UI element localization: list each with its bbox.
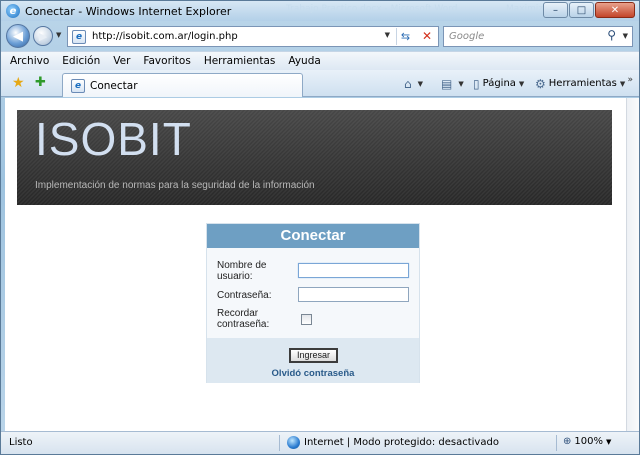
search-input[interactable]: Google ⚲ ▼ — [443, 26, 633, 47]
zoom-dropdown-icon[interactable]: ▼ — [606, 438, 611, 446]
zoom-icon: ⊕ — [563, 436, 572, 447]
address-dropdown-icon[interactable]: ▼ — [385, 31, 390, 39]
minimize-button[interactable]: – — [543, 2, 568, 18]
site-tagline: Implementación de normas para la segurid… — [35, 180, 315, 191]
menu-archivo[interactable]: Archivo — [10, 55, 49, 67]
username-field[interactable] — [298, 263, 409, 278]
url-text[interactable]: http://isobit.com.ar/login.php — [92, 31, 238, 42]
print-icon: ▤ — [441, 76, 453, 91]
window-title: Conectar - Windows Internet Explorer — [25, 4, 232, 18]
recent-pages-dropdown-icon[interactable]: ▼ — [56, 31, 61, 39]
status-text: Listo — [9, 437, 33, 448]
page-viewport: ISOBIT Implementación de normas para la … — [5, 98, 626, 431]
maximize-button[interactable]: □ — [569, 2, 594, 18]
remember-label: Recordar contraseña: — [217, 308, 270, 330]
page-menu-label: Página — [482, 78, 516, 89]
back-button[interactable]: ◀ — [6, 24, 30, 48]
home-icon: ⌂ — [404, 76, 412, 91]
search-icon[interactable]: ⚲ — [607, 28, 616, 42]
password-field[interactable] — [298, 287, 409, 302]
print-button[interactable]: ▤ ▼ — [441, 75, 464, 92]
internet-explorer-icon: e — [6, 4, 20, 18]
address-bar[interactable]: e http://isobit.com.ar/login.php ▼ ⇆ ✕ — [67, 26, 439, 47]
favorites-star-icon[interactable]: ★ — [12, 75, 25, 91]
menu-herramientas[interactable]: Herramientas — [204, 55, 276, 67]
login-form: Conectar Nombre de usuario: Contraseña: … — [206, 223, 420, 383]
close-button[interactable]: ✕ — [595, 2, 635, 18]
tab-label: Conectar — [90, 79, 138, 92]
login-footer: Ingresar Olvidó contraseña — [207, 338, 419, 383]
vertical-scrollbar[interactable] — [626, 98, 639, 431]
tab-conectar[interactable]: e Conectar — [62, 73, 303, 97]
add-favorite-icon[interactable]: ✚ — [35, 75, 46, 90]
menu-ver[interactable]: Ver — [113, 55, 130, 67]
refresh-icon[interactable]: ⇆ — [396, 28, 414, 45]
zoom-level: 100% — [574, 436, 603, 447]
password-label: Contraseña: — [217, 290, 272, 301]
menu-favoritos[interactable]: Favoritos — [143, 55, 190, 67]
tools-menu-label: Herramientas — [548, 78, 617, 89]
search-placeholder: Google — [449, 31, 485, 42]
forgot-password-link[interactable]: Olvidó contraseña — [207, 368, 419, 379]
command-row: ★ ✚ e Conectar ⌂ ▼ ▤ ▼ ▯ Página ▼ ⚙ Herrami… — [1, 70, 639, 97]
tools-menu-button[interactable]: ⚙ Herramientas ▼ — [535, 75, 625, 92]
menu-bar: Archivo Edición Ver Favoritos Herramient… — [1, 51, 639, 70]
tab-page-icon: e — [71, 78, 85, 93]
zone-text: Internet | Modo protegido: desactivado — [304, 437, 499, 448]
zoom-control[interactable]: ⊕ 100% ▼ — [563, 436, 611, 447]
username-label: Nombre de usuario: — [217, 260, 267, 282]
overflow-chevron-icon[interactable]: » — [627, 75, 633, 85]
globe-icon — [287, 436, 300, 449]
site-banner: ISOBIT Implementación de normas para la … — [17, 110, 612, 205]
search-dropdown-icon[interactable]: ▼ — [623, 32, 628, 40]
submit-button[interactable]: Ingresar — [289, 348, 338, 363]
address-row: ◀ ▶ ▼ e http://isobit.com.ar/login.php ▼… — [1, 22, 639, 50]
menu-edicion[interactable]: Edición — [62, 55, 100, 67]
remember-checkbox[interactable] — [301, 314, 312, 325]
login-heading: Conectar — [207, 224, 419, 248]
gear-icon: ⚙ — [535, 76, 546, 91]
site-logo: ISOBIT — [35, 113, 192, 165]
page-menu-button[interactable]: ▯ Página ▼ — [473, 75, 524, 92]
browser-window: e Conectar - Windows Internet Explorer T… — [0, 0, 640, 455]
menu-ayuda[interactable]: Ayuda — [288, 55, 320, 67]
stop-icon[interactable]: ✕ — [418, 28, 436, 45]
status-bar: Listo Internet | Modo protegido: desacti… — [1, 431, 639, 454]
home-button[interactable]: ⌂ ▼ — [404, 75, 423, 92]
title-bar: e Conectar - Windows Internet Explorer T… — [1, 1, 639, 21]
page-icon: e — [72, 29, 86, 44]
security-zone[interactable]: Internet | Modo protegido: desactivado — [287, 436, 499, 449]
forward-button[interactable]: ▶ — [33, 26, 53, 46]
page-menu-icon: ▯ — [473, 76, 480, 91]
background-task: Trabajo Practico.docx - Microsoft Word — [286, 4, 458, 14]
